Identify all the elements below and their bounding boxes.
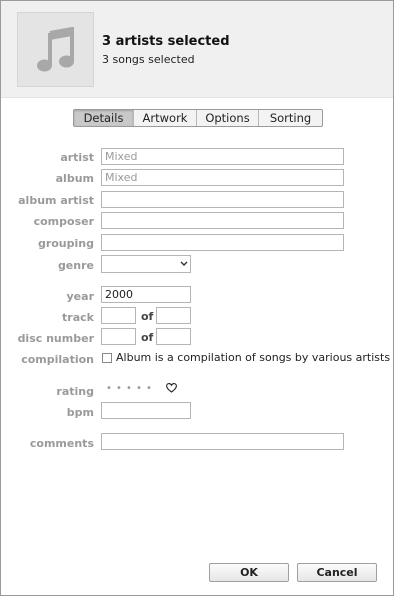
genre-select[interactable] [101,255,191,273]
year-label: year [66,290,94,303]
rating-dot[interactable]: • [124,382,134,396]
rating-dot[interactable]: • [144,382,154,396]
heart-icon[interactable] [166,383,177,393]
rating-label: rating [56,385,94,398]
tab-options[interactable]: Options [197,110,259,126]
year-input[interactable] [101,286,191,303]
grouping-label: grouping [37,237,94,250]
composer-input[interactable] [101,212,344,229]
compilation-checkbox-label[interactable]: Album is a compilation of songs by vario… [116,351,390,364]
comments-label: comments [29,437,94,450]
comments-input[interactable] [101,433,344,450]
disc-number-label: disc number [17,332,94,345]
track-number-input[interactable] [101,307,136,324]
tab-bar: Details Artwork Options Sorting [73,109,323,127]
disc-number-input[interactable] [101,328,136,345]
track-label: track [62,311,94,324]
cancel-button[interactable]: Cancel [297,563,377,582]
track-total-input[interactable] [156,307,191,324]
artist-label: artist [60,151,94,164]
chevron-down-icon[interactable] [177,256,190,272]
rating-dot[interactable]: • [104,382,114,396]
music-note-icon [37,27,74,72]
artist-input[interactable] [101,148,344,165]
composer-label: composer [33,215,94,228]
compilation-checkbox[interactable] [102,353,112,363]
ok-button[interactable]: OK [209,563,289,582]
rating-dot[interactable]: • [114,382,124,396]
rating-control[interactable]: • • • • • [104,382,154,396]
dialog-header: 3 artists selected 3 songs selected [1,1,393,98]
artwork-thumbnail[interactable] [17,12,94,87]
bpm-input[interactable] [101,402,191,419]
compilation-label: compilation [21,353,94,366]
genre-label: genre [57,259,94,272]
track-of-label: of [141,310,154,323]
rating-dot[interactable]: • [134,382,144,396]
tab-sorting[interactable]: Sorting [259,110,322,126]
disc-total-input[interactable] [156,328,191,345]
grouping-input[interactable] [101,234,344,251]
selection-title: 3 artists selected [102,34,230,49]
album-input[interactable] [101,169,344,186]
get-info-dialog: 3 artists selected 3 songs selected Deta… [0,0,394,596]
tab-artwork[interactable]: Artwork [134,110,197,126]
tab-details[interactable]: Details [74,110,134,126]
selection-subtitle: 3 songs selected [102,53,195,66]
album-label: album [55,172,94,185]
disc-of-label: of [141,331,154,344]
album-artist-input[interactable] [101,191,344,208]
album-artist-label: album artist [18,194,94,207]
bpm-label: bpm [66,406,94,419]
